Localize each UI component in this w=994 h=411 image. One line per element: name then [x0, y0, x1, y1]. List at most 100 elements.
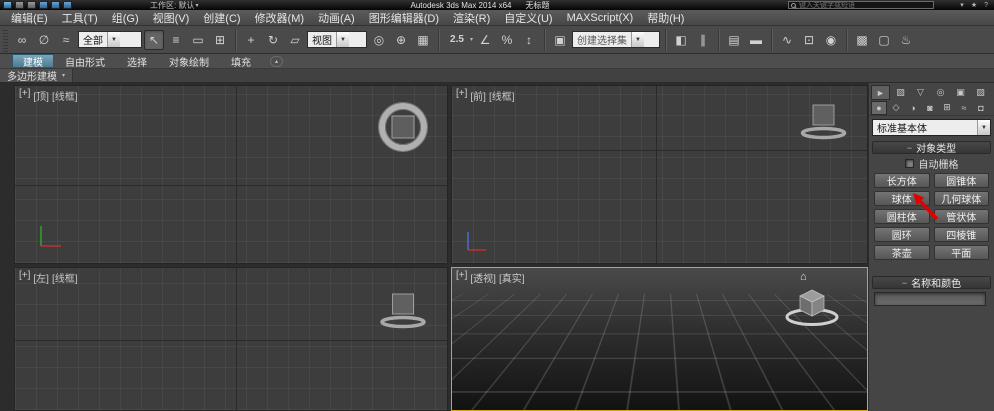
polygon-modeling-panel[interactable]: 多边形建模 ▾	[0, 69, 74, 83]
tab-motion-icon[interactable]: ◎	[931, 85, 950, 100]
viewport-menu-name[interactable]: [顶]	[33, 88, 49, 103]
viewport-menu-name[interactable]: [左]	[33, 270, 49, 285]
menu-help[interactable]: 帮助(H)	[640, 10, 691, 25]
selection-filter-dropdown[interactable]: 全部 ▼	[78, 31, 142, 48]
menu-group[interactable]: 组(G)	[105, 10, 146, 25]
viewport-front[interactable]: [+] [前] [线框]	[451, 85, 868, 264]
keyboard-override-icon[interactable]: ▦	[413, 30, 433, 50]
undo-icon[interactable]	[51, 1, 60, 9]
reference-coordinate-dropdown[interactable]: 视图 ▼	[307, 31, 367, 48]
ribbon-tab-freeform[interactable]: 自由形式	[54, 54, 116, 69]
viewport-menu-shading[interactable]: [线框]	[52, 88, 78, 103]
category-cameras-icon[interactable]: ◙	[922, 101, 938, 115]
mirror-icon[interactable]: ◧	[671, 30, 691, 50]
curve-editor-icon[interactable]: ∿	[777, 30, 797, 50]
viewport-menu-plus[interactable]: [+]	[19, 270, 30, 285]
percent-snap-icon[interactable]: %	[497, 30, 517, 50]
tab-display-icon[interactable]: ▣	[951, 85, 970, 100]
autogrid-checkbox[interactable]	[904, 159, 914, 168]
select-and-manipulate-icon[interactable]: ⊕	[391, 30, 411, 50]
edit-named-sets-icon[interactable]: ▣	[550, 30, 570, 50]
snap-toggle-25-icon[interactable]: 2.5	[444, 30, 470, 50]
angle-snap-icon[interactable]: ∠	[475, 30, 495, 50]
select-and-move-icon[interactable]: +	[241, 30, 261, 50]
tab-modify-icon[interactable]: ▧	[891, 85, 910, 100]
menu-customize[interactable]: 自定义(U)	[497, 10, 559, 25]
use-pivot-center-icon[interactable]: ◎	[369, 30, 389, 50]
window-crossing-icon[interactable]: ⊞	[210, 30, 230, 50]
torus-and-box-top-view[interactable]	[371, 96, 435, 160]
name-color-rollout-header[interactable]: − 名称和颜色	[872, 276, 991, 290]
category-space-warps-icon[interactable]: ≈	[956, 101, 972, 115]
open-file-icon[interactable]	[27, 1, 36, 9]
select-and-link-icon[interactable]: ∞	[12, 30, 32, 50]
menu-animation[interactable]: 动画(A)	[311, 10, 362, 25]
select-object-icon[interactable]: ↖	[144, 29, 164, 50]
plane-button[interactable]: 平面	[933, 245, 989, 260]
viewport-menu-plus[interactable]: [+]	[456, 270, 467, 285]
rectangular-selection-icon[interactable]: ▭	[188, 30, 208, 50]
object-name-input[interactable]	[875, 293, 985, 305]
cone-button[interactable]: 圆锥体	[933, 173, 989, 188]
select-and-rotate-icon[interactable]: ↻	[263, 30, 283, 50]
object-type-rollout-header[interactable]: − 对象类型	[872, 141, 991, 155]
category-systems-icon[interactable]: ◘	[973, 101, 989, 115]
ribbon-tab-modeling[interactable]: 建模	[12, 54, 54, 69]
render-setup-icon[interactable]: ▩	[852, 30, 872, 50]
align-icon[interactable]: ∥	[693, 30, 713, 50]
menu-rendering[interactable]: 渲染(R)	[446, 10, 497, 25]
favorites-icon[interactable]: ★	[971, 1, 977, 9]
chevron-down-icon[interactable]: ▾	[470, 36, 473, 43]
spinner-snap-icon[interactable]: ↕	[519, 30, 539, 50]
menu-modifiers[interactable]: 修改器(M)	[248, 10, 312, 25]
sign-in-icon[interactable]: ▾	[960, 1, 964, 9]
tab-create-icon[interactable]: ►	[871, 85, 890, 100]
viewport-menu-plus[interactable]: [+]	[19, 88, 30, 103]
workspace-selector[interactable]: 工作区: 默认 ▾	[150, 0, 198, 10]
help-icon[interactable]: ?	[984, 2, 988, 9]
viewport-menu-name[interactable]: [前]	[470, 88, 486, 103]
box-and-torus-perspective[interactable]	[782, 273, 848, 333]
viewport-menu-name[interactable]: [透视]	[470, 270, 496, 285]
tube-button[interactable]: 管状体	[933, 209, 989, 224]
geosphere-button[interactable]: 几何球体	[933, 191, 989, 206]
new-scene-icon[interactable]	[15, 1, 24, 9]
tab-hierarchy-icon[interactable]: ▽	[911, 85, 930, 100]
menu-views[interactable]: 视图(V)	[146, 10, 197, 25]
teapot-button[interactable]: 茶壶	[874, 245, 930, 260]
rendered-frame-window-icon[interactable]: ▢	[874, 30, 894, 50]
viewport-left[interactable]: [+] [左] [线框]	[14, 267, 448, 411]
render-production-icon[interactable]: ♨	[896, 30, 916, 50]
tab-utilities-icon[interactable]: ▨	[971, 85, 990, 100]
object-name-field[interactable]	[874, 292, 986, 306]
viewport-menu-shading[interactable]: [线框]	[52, 270, 78, 285]
ribbon-minimize-icon[interactable]: ▴	[270, 55, 283, 67]
pyramid-button[interactable]: 四棱锥	[933, 227, 989, 242]
torus-button[interactable]: 圆环	[874, 227, 930, 242]
ribbon-toggle-icon[interactable]: ▬	[746, 30, 766, 50]
layer-manager-icon[interactable]: ▤	[724, 30, 744, 50]
bind-to-space-warp-icon[interactable]: ≈	[56, 30, 76, 50]
viewcube-home-icon[interactable]: ⌂	[800, 271, 807, 283]
menu-graph-editors[interactable]: 图形编辑器(D)	[362, 10, 446, 25]
menu-tools[interactable]: 工具(T)	[55, 10, 105, 25]
viewport-menu-plus[interactable]: [+]	[456, 88, 467, 103]
category-shapes-icon[interactable]: ◇	[888, 101, 904, 115]
sphere-button[interactable]: 球体	[874, 191, 930, 206]
schematic-view-icon[interactable]: ⊡	[799, 30, 819, 50]
material-editor-icon[interactable]: ◉	[821, 30, 841, 50]
category-helpers-icon[interactable]: ⊞	[939, 101, 955, 115]
select-and-scale-icon[interactable]: ▱	[285, 30, 305, 50]
search-input[interactable]	[799, 1, 931, 9]
category-lights-icon[interactable]: ◑	[905, 101, 921, 115]
application-menu-icon[interactable]	[3, 1, 12, 9]
menu-maxscript[interactable]: MAXScript(X)	[560, 10, 641, 25]
menu-edit[interactable]: 编辑(E)	[4, 10, 55, 25]
infocenter-search[interactable]	[788, 1, 934, 9]
menu-create[interactable]: 创建(C)	[196, 10, 247, 25]
box-button[interactable]: 长方体	[874, 173, 930, 188]
unlink-selection-icon[interactable]: ∅	[34, 30, 54, 50]
ribbon-tab-object-paint[interactable]: 对象绘制	[158, 54, 220, 69]
viewport-menu-shading[interactable]: [真实]	[499, 270, 525, 285]
box-and-torus-front-view[interactable]	[794, 90, 854, 146]
